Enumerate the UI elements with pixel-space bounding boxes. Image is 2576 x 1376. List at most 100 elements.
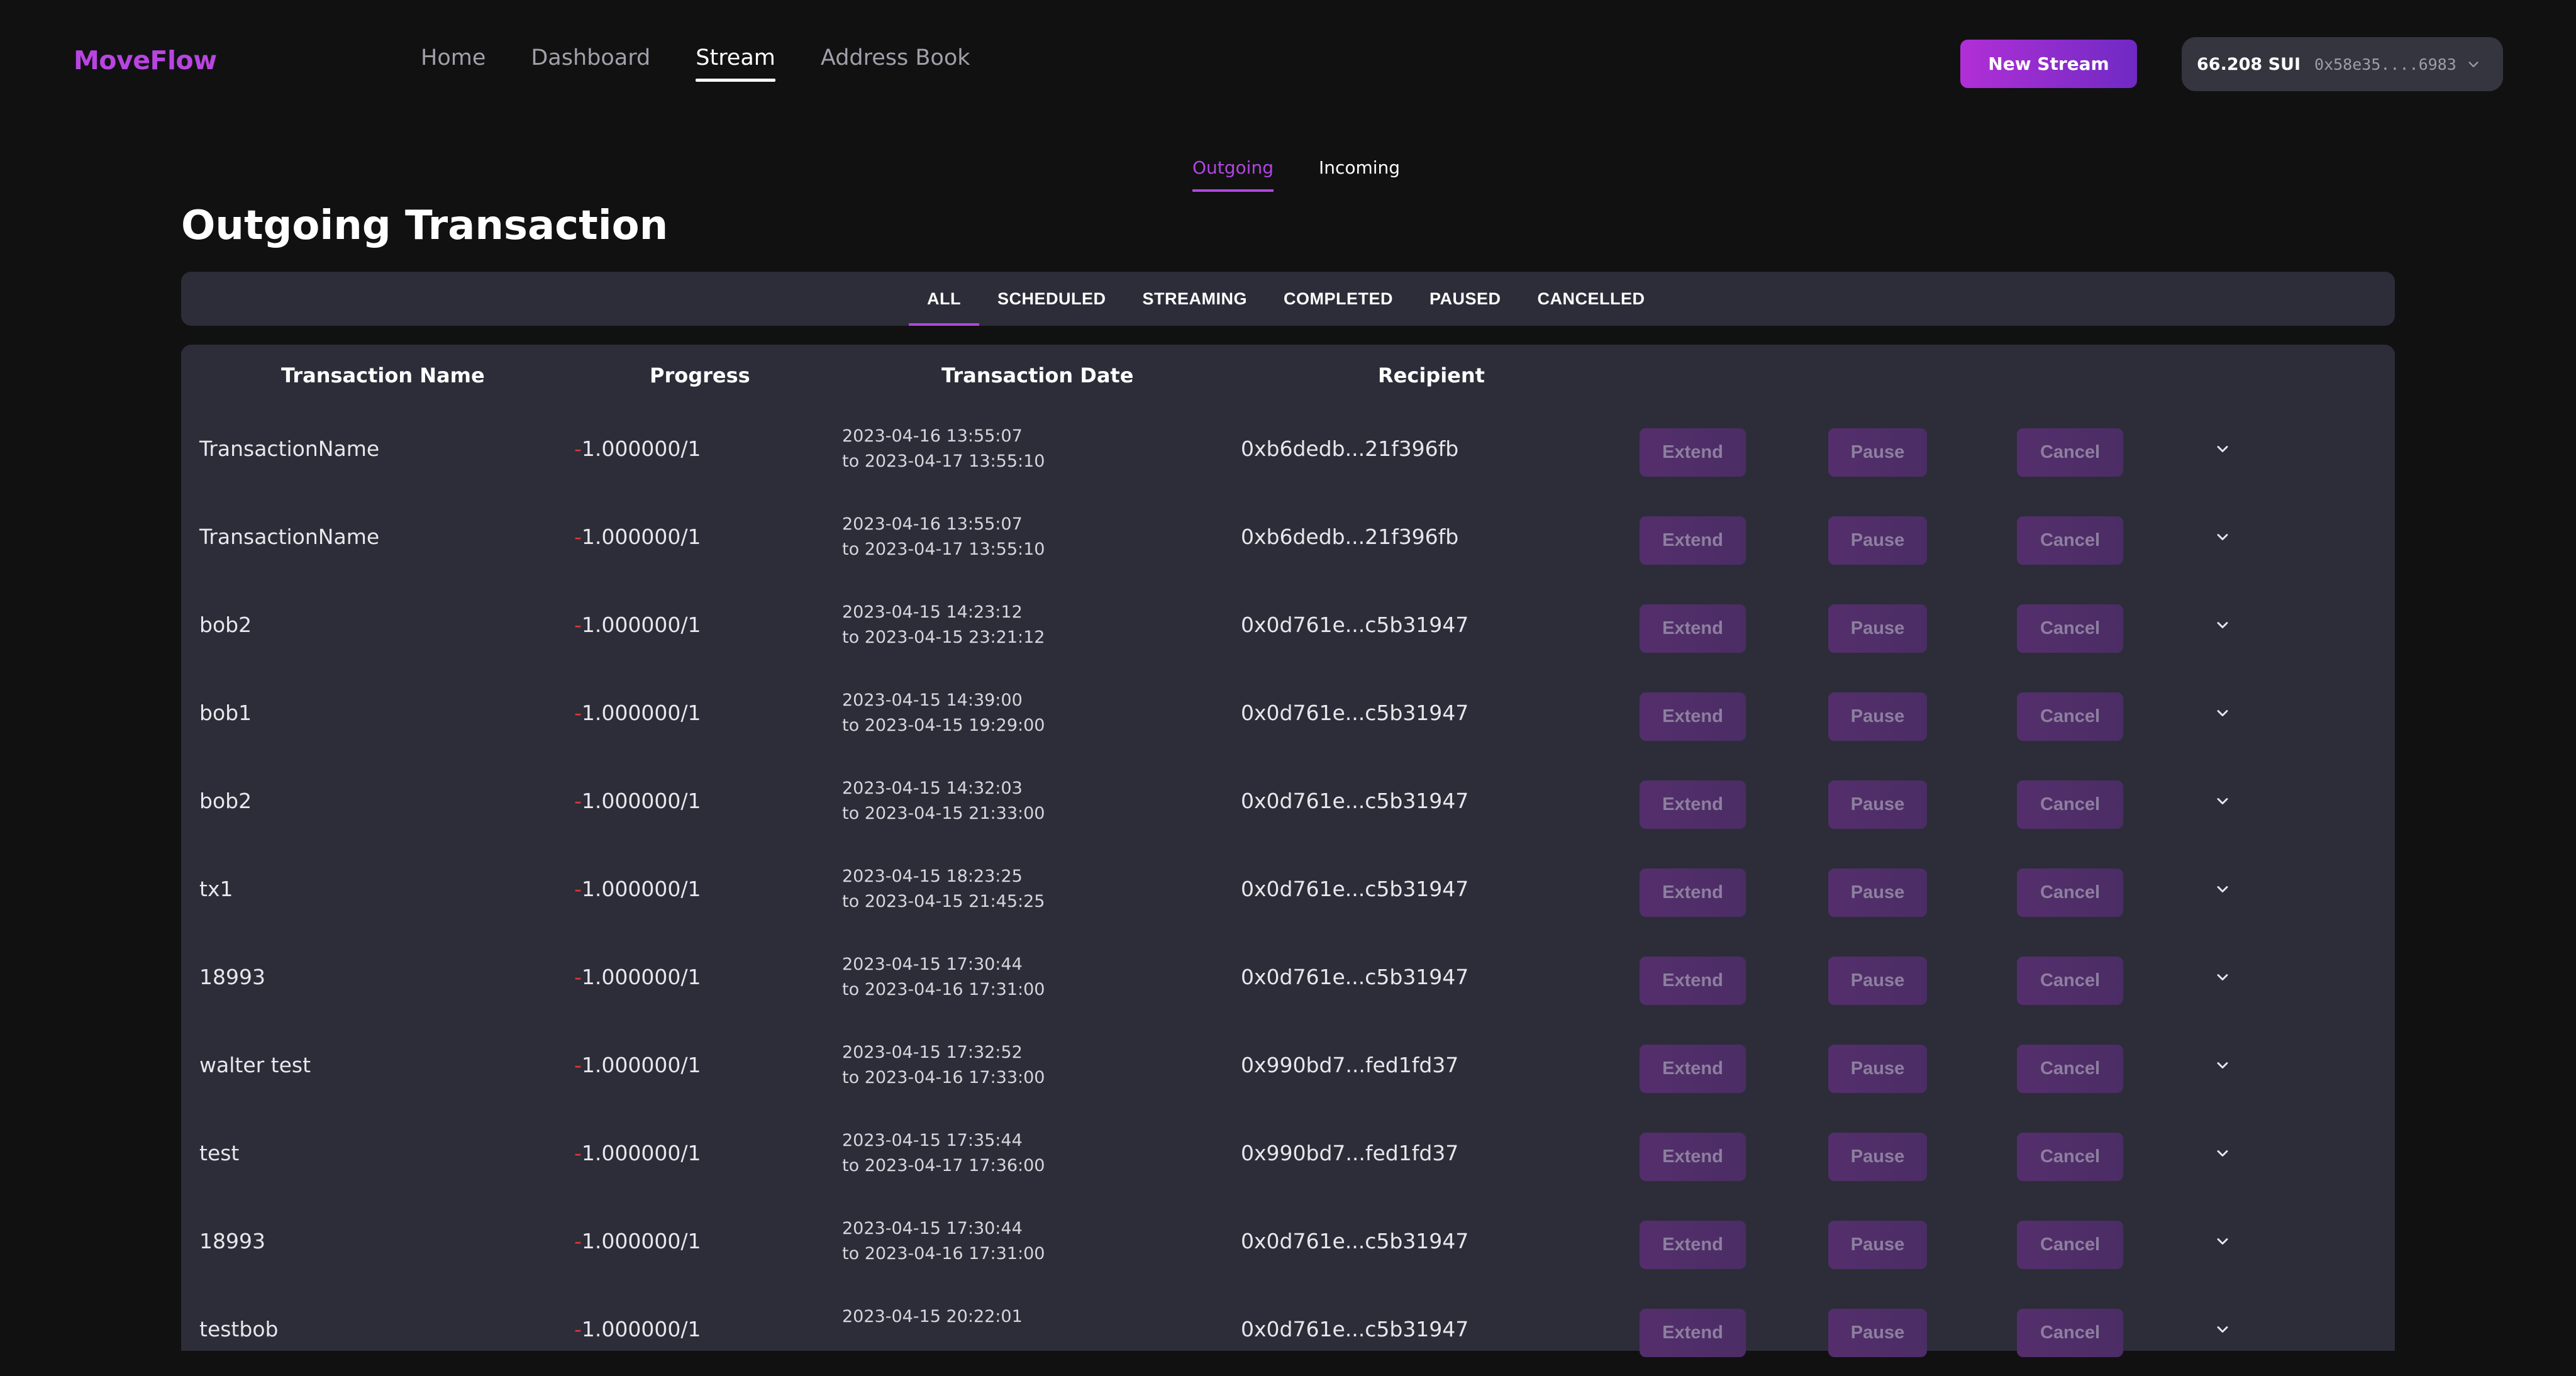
date-to: to 2023-04-15 21:33:00 — [842, 804, 1045, 823]
cancel-button[interactable]: Cancel — [2017, 1221, 2123, 1269]
nav-home[interactable]: Home — [421, 45, 486, 82]
cancel-button[interactable]: Cancel — [2017, 1045, 2123, 1093]
chevron-down-icon[interactable] — [2214, 1057, 2231, 1074]
chevron-down-icon[interactable] — [2214, 1321, 2231, 1338]
pause-button[interactable]: Pause — [1828, 868, 1927, 917]
pause-button[interactable]: Pause — [1828, 957, 1927, 1005]
progress-amount: 1.000000/1 — [581, 701, 701, 725]
transaction-date: 2023-04-15 18:23:25 to 2023-04-15 21:45:… — [842, 864, 1045, 914]
wallet-balance: 66.208 SUI — [2197, 54, 2301, 74]
pause-button[interactable]: Pause — [1828, 1045, 1927, 1093]
table-row: tx1 -1.000000/1 2023-04-15 18:23:25 to 2… — [181, 848, 2395, 936]
date-to: to 2023-04-15 21:45:25 — [842, 892, 1045, 911]
recipient-address: 0x0d761e...c5b31947 — [1241, 1229, 1469, 1253]
table-row: TransactionName -1.000000/1 2023-04-16 1… — [181, 408, 2395, 496]
cancel-button[interactable]: Cancel — [2017, 692, 2123, 741]
progress-amount: 1.000000/1 — [581, 1141, 701, 1165]
date-to: to 2023-04-15 19:29:00 — [842, 716, 1045, 735]
cancel-button[interactable]: Cancel — [2017, 1309, 2123, 1357]
filter-paused[interactable]: PAUSED — [1411, 272, 1519, 326]
date-to: to 2023-04-16 17:33:00 — [842, 1068, 1045, 1087]
extend-button[interactable]: Extend — [1640, 1309, 1746, 1357]
extend-button[interactable]: Extend — [1640, 1045, 1746, 1093]
extend-button[interactable]: Extend — [1640, 428, 1746, 477]
column-header-name: Transaction Name — [281, 363, 485, 387]
progress-sign: - — [574, 701, 582, 725]
date-from: 2023-04-15 17:35:44 — [842, 1131, 1023, 1150]
cancel-button[interactable]: Cancel — [2017, 604, 2123, 653]
transaction-name: walter test — [199, 1053, 311, 1077]
progress-sign: - — [574, 524, 582, 549]
extend-button[interactable]: Extend — [1640, 868, 1746, 917]
table-row: bob2 -1.000000/1 2023-04-15 14:32:03 to … — [181, 760, 2395, 848]
cancel-button[interactable]: Cancel — [2017, 428, 2123, 477]
chevron-down-icon[interactable] — [2214, 880, 2231, 898]
extend-button[interactable]: Extend — [1640, 692, 1746, 741]
progress-value: -1.000000/1 — [574, 1141, 701, 1165]
chevron-down-icon[interactable] — [2214, 440, 2231, 458]
pause-button[interactable]: Pause — [1828, 692, 1927, 741]
new-stream-button[interactable]: New Stream — [1960, 40, 2137, 88]
nav-stream[interactable]: Stream — [696, 45, 775, 82]
extend-button[interactable]: Extend — [1640, 1221, 1746, 1269]
pause-button[interactable]: Pause — [1828, 604, 1927, 653]
pause-button[interactable]: Pause — [1828, 780, 1927, 829]
recipient-address: 0x0d761e...c5b31947 — [1241, 965, 1469, 989]
pause-button[interactable]: Pause — [1828, 1133, 1927, 1181]
progress-value: -1.000000/1 — [574, 613, 701, 637]
date-to: to 2023-04-15 23:21:12 — [842, 628, 1045, 647]
nav-dashboard[interactable]: Dashboard — [531, 45, 650, 82]
date-from: 2023-04-16 13:55:07 — [842, 514, 1023, 534]
progress-value: -1.000000/1 — [574, 1053, 701, 1077]
chevron-down-icon[interactable] — [2214, 968, 2231, 986]
filter-completed[interactable]: COMPLETED — [1265, 272, 1411, 326]
chevron-down-icon[interactable] — [2214, 616, 2231, 634]
cancel-button[interactable]: Cancel — [2017, 957, 2123, 1005]
progress-amount: 1.000000/1 — [581, 524, 701, 549]
chevron-down-icon[interactable] — [2214, 704, 2231, 722]
cancel-button[interactable]: Cancel — [2017, 516, 2123, 565]
progress-amount: 1.000000/1 — [581, 1053, 701, 1077]
transaction-date: 2023-04-15 14:23:12 to 2023-04-15 23:21:… — [842, 600, 1045, 650]
table-row: bob1 -1.000000/1 2023-04-15 14:39:00 to … — [181, 672, 2395, 760]
chevron-down-icon[interactable] — [2214, 528, 2231, 546]
table-row: testbob -1.000000/1 2023-04-15 20:22:01 … — [181, 1288, 2395, 1376]
moveflow-logo[interactable]: MoveFlow — [74, 45, 217, 75]
chevron-down-icon[interactable] — [2214, 1233, 2231, 1250]
progress-value: -1.000000/1 — [574, 965, 701, 989]
progress-sign: - — [574, 1317, 582, 1341]
chevron-down-icon[interactable] — [2214, 1145, 2231, 1162]
tab-incoming[interactable]: Incoming — [1319, 157, 1400, 192]
progress-amount: 1.000000/1 — [581, 613, 701, 637]
transaction-name: tx1 — [199, 877, 233, 901]
cancel-button[interactable]: Cancel — [2017, 868, 2123, 917]
filter-streaming[interactable]: STREAMING — [1124, 272, 1266, 326]
progress-sign: - — [574, 613, 582, 637]
recipient-address: 0x0d761e...c5b31947 — [1241, 613, 1469, 637]
cancel-button[interactable]: Cancel — [2017, 780, 2123, 829]
nav-address-book[interactable]: Address Book — [821, 45, 970, 82]
extend-button[interactable]: Extend — [1640, 516, 1746, 565]
extend-button[interactable]: Extend — [1640, 1133, 1746, 1181]
top-header: MoveFlow Home Dashboard Stream Address B… — [0, 0, 2576, 126]
tab-outgoing[interactable]: Outgoing — [1192, 157, 1274, 192]
pause-button[interactable]: Pause — [1828, 428, 1927, 477]
extend-button[interactable]: Extend — [1640, 957, 1746, 1005]
pause-button[interactable]: Pause — [1828, 1221, 1927, 1269]
recipient-address: 0x0d761e...c5b31947 — [1241, 877, 1469, 901]
filter-all[interactable]: ALL — [909, 272, 979, 326]
extend-button[interactable]: Extend — [1640, 780, 1746, 829]
extend-button[interactable]: Extend — [1640, 604, 1746, 653]
cancel-button[interactable]: Cancel — [2017, 1133, 2123, 1181]
recipient-address: 0x0d761e...c5b31947 — [1241, 701, 1469, 725]
chevron-down-icon[interactable] — [2214, 792, 2231, 810]
table-row: 18993 -1.000000/1 2023-04-15 17:30:44 to… — [181, 1200, 2395, 1288]
wallet-dropdown[interactable]: 66.208 SUI 0x58e35....6983 — [2182, 37, 2503, 91]
filter-cancelled[interactable]: CANCELLED — [1519, 272, 1663, 326]
filter-scheduled[interactable]: SCHEDULED — [979, 272, 1124, 326]
pause-button[interactable]: Pause — [1828, 1309, 1927, 1357]
date-from: 2023-04-15 17:30:44 — [842, 955, 1023, 974]
recipient-address: 0x0d761e...c5b31947 — [1241, 1317, 1469, 1341]
pause-button[interactable]: Pause — [1828, 516, 1927, 565]
date-from: 2023-04-16 13:55:07 — [842, 426, 1023, 446]
